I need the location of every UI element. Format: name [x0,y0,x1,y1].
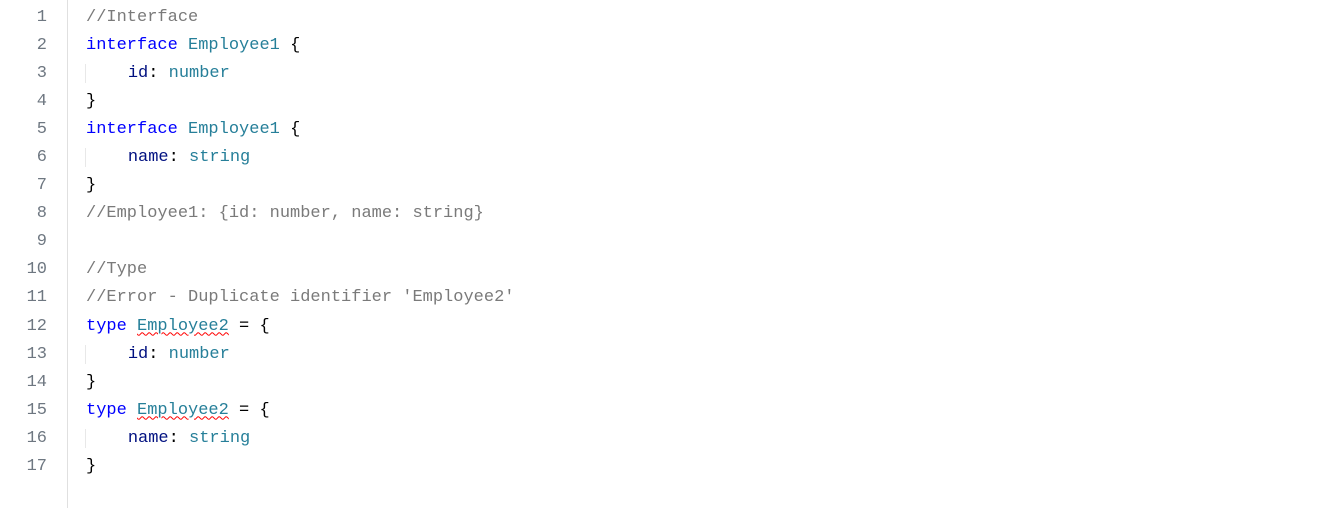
code-token: } [86,457,96,476]
code-line[interactable]: //Employee1: {id: number, name: string} [86,200,1327,228]
code-token: //Interface [86,8,198,27]
line-number: 15 [0,397,67,425]
code-editor-content[interactable]: //Interface interface Employee1 { id: num… [68,0,1327,508]
code-line[interactable]: type Employee2 = { [86,313,1327,341]
code-token: } [86,92,96,111]
line-number: 17 [0,453,67,481]
code-line[interactable]: } [86,172,1327,200]
code-line[interactable]: type Employee2 = { [86,397,1327,425]
code-line[interactable]: //Error - Duplicate identifier 'Employee… [86,284,1327,312]
line-number: 1 [0,4,67,32]
code-token: Employee2 [137,401,229,420]
code-token: string [189,429,250,448]
code-line[interactable]: interface Employee1 { [86,116,1327,144]
code-token: Employee1 [188,120,280,139]
code-token [179,148,189,167]
code-token: { [290,120,300,139]
code-token: id [128,345,148,364]
code-token: //Error - Duplicate identifier 'Employee… [86,288,514,307]
code-token: : [169,148,179,167]
code-line[interactable]: id: number [86,60,1327,88]
line-number: 11 [0,284,67,312]
code-token: type [86,317,127,336]
code-token: : [148,64,158,83]
code-token [229,401,239,420]
line-number: 5 [0,116,67,144]
code-line[interactable] [86,228,1327,256]
code-token: Employee2 [137,317,229,336]
code-token: interface [86,36,178,55]
code-token: = [239,317,249,336]
line-number: 9 [0,228,67,256]
code-token: type [86,401,127,420]
line-number: 16 [0,425,67,453]
code-token: { [290,36,300,55]
code-token [158,345,168,364]
line-number: 2 [0,32,67,60]
code-token: id [128,64,148,83]
line-number-gutter: 1234567891011121314151617 [0,0,68,508]
code-token: Employee1 [188,36,280,55]
line-number: 13 [0,341,67,369]
code-line[interactable]: name: string [86,425,1327,453]
code-token [179,429,189,448]
code-line[interactable]: } [86,88,1327,116]
line-number: 6 [0,144,67,172]
code-line[interactable]: } [86,369,1327,397]
code-token [249,401,259,420]
code-token [158,64,168,83]
line-number: 4 [0,88,67,116]
code-token: } [86,373,96,392]
line-number: 3 [0,60,67,88]
code-token: { [259,317,269,336]
line-number: 12 [0,313,67,341]
code-token: //Employee1: {id: number, name: string} [86,204,484,223]
code-token: interface [86,120,178,139]
code-line[interactable]: id: number [86,341,1327,369]
code-token [127,401,137,420]
code-line[interactable]: name: string [86,144,1327,172]
line-number: 14 [0,369,67,397]
code-line[interactable]: } [86,453,1327,481]
code-token: name [128,148,169,167]
code-token [178,36,188,55]
code-token: { [259,401,269,420]
code-line[interactable]: //Type [86,256,1327,284]
code-token: = [239,401,249,420]
code-token [178,120,188,139]
code-token: string [189,148,250,167]
code-line[interactable]: interface Employee1 { [86,32,1327,60]
code-token: name [128,429,169,448]
code-token: number [169,345,230,364]
code-token: //Type [86,260,147,279]
code-token: : [148,345,158,364]
code-token: } [86,176,96,195]
line-number: 7 [0,172,67,200]
code-token: : [169,429,179,448]
code-line[interactable]: //Interface [86,4,1327,32]
code-token [280,120,290,139]
code-token [229,317,239,336]
code-token: number [169,64,230,83]
code-token [249,317,259,336]
code-token [280,36,290,55]
line-number: 10 [0,256,67,284]
line-number: 8 [0,200,67,228]
code-token [127,317,137,336]
